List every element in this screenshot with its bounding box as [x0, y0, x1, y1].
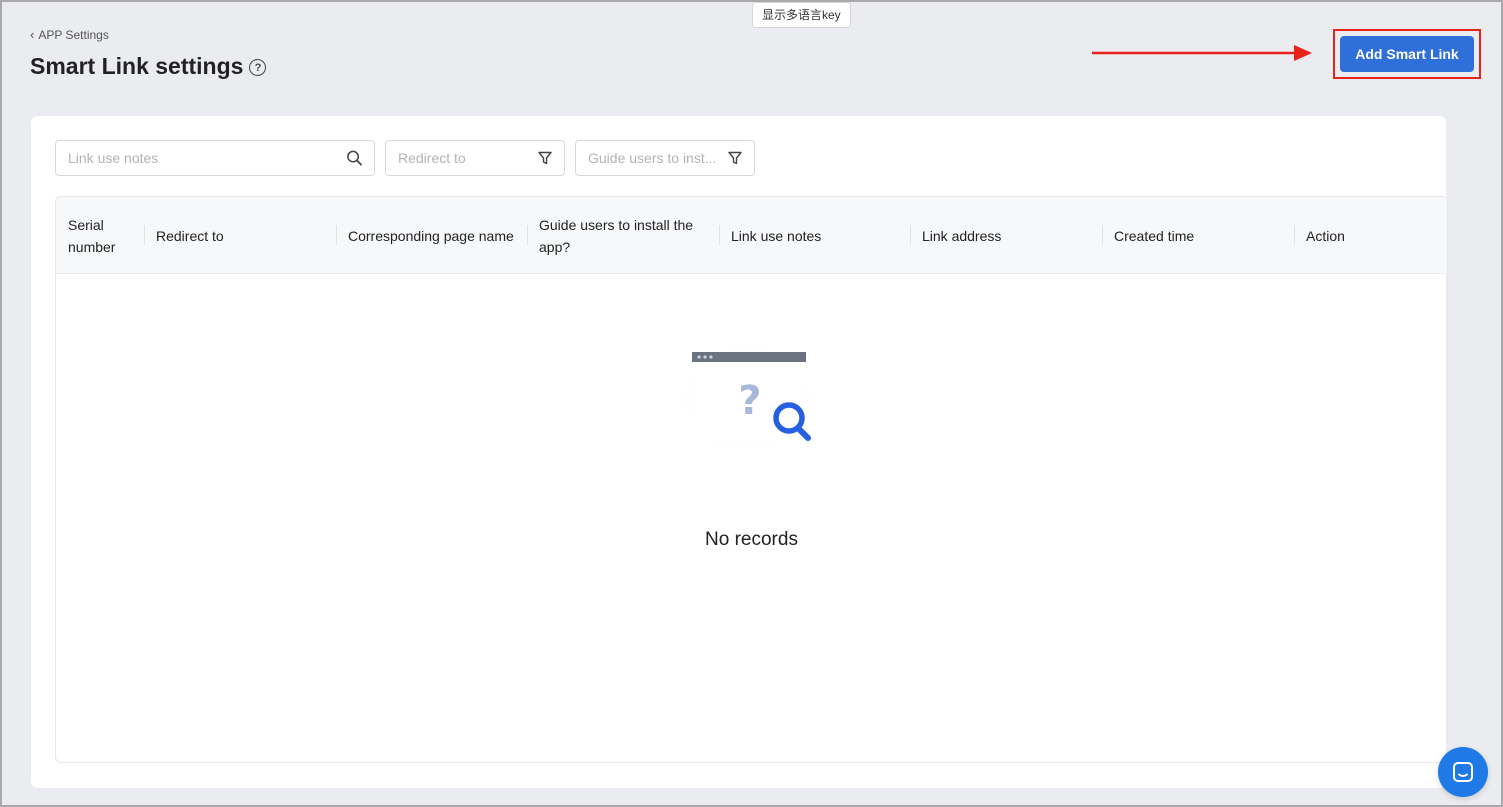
add-smart-link-button[interactable]: Add Smart Link: [1340, 36, 1474, 72]
content-card: Redirect to Guide users to inst... Seria…: [31, 116, 1448, 788]
link-notes-search[interactable]: [55, 140, 375, 176]
page-title-text: Smart Link settings: [30, 53, 244, 79]
svg-text:?: ?: [738, 378, 761, 424]
page-title: Smart Link settings ?: [30, 53, 267, 80]
empty-search-illustration-icon: ?: [676, 344, 820, 457]
back-link-label: APP Settings: [38, 27, 109, 42]
empty-state-text: No records: [705, 529, 798, 550]
column-header-guide-install: Guide users to install the app?: [527, 197, 719, 274]
link-notes-input[interactable]: [68, 150, 347, 166]
annotation-arrow: [1092, 45, 1312, 61]
redirect-to-filter[interactable]: Redirect to: [385, 140, 565, 176]
back-link[interactable]: ‹ APP Settings: [30, 27, 109, 42]
search-icon[interactable]: [346, 149, 363, 167]
filter-icon[interactable]: [727, 150, 743, 166]
chat-icon: [1453, 762, 1473, 782]
filter-icon[interactable]: [537, 150, 553, 166]
column-header-action: Action: [1294, 197, 1447, 274]
question-circle-icon[interactable]: ?: [249, 59, 267, 76]
smart-links-table: Serial number Redirect to Corresponding …: [55, 196, 1448, 763]
empty-state: ? No records: [56, 274, 1447, 762]
column-header-link-notes: Link use notes: [719, 197, 910, 274]
guide-install-filter-placeholder: Guide users to inst...: [588, 150, 717, 166]
chevron-left-icon: ‹: [30, 27, 35, 42]
column-header-link-address: Link address: [910, 197, 1102, 274]
redirect-to-filter-placeholder: Redirect to: [398, 150, 466, 166]
column-header-redirect-to: Redirect to: [144, 197, 336, 274]
guide-install-filter[interactable]: Guide users to inst...: [575, 140, 755, 176]
show-i18n-key-chip[interactable]: 显示多语言key: [752, 2, 851, 28]
table-header: Serial number Redirect to Corresponding …: [56, 197, 1447, 274]
column-header-serial-number: Serial number: [68, 216, 116, 255]
chat-support-button[interactable]: [1438, 747, 1488, 797]
column-header-created-time: Created time: [1102, 197, 1294, 274]
column-header-page-name: Corresponding page name: [336, 197, 527, 274]
